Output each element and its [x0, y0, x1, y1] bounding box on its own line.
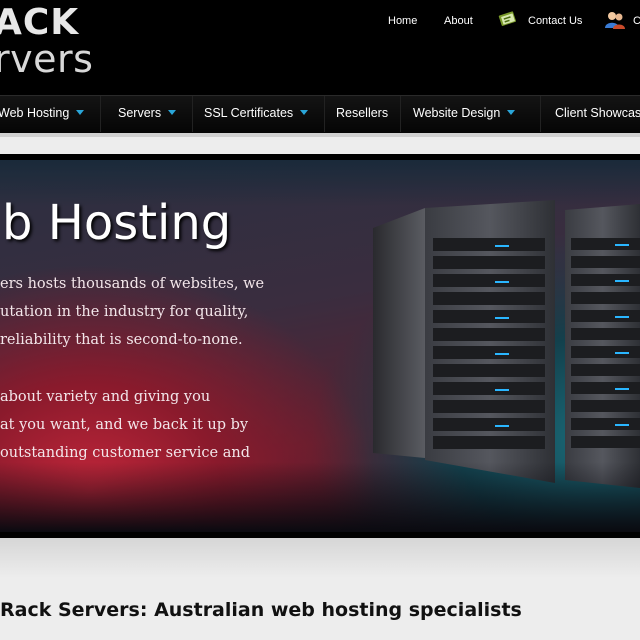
banner-title: b Hosting — [2, 195, 232, 251]
nav-divider — [100, 96, 101, 132]
dropdown-caret-icon — [507, 110, 516, 115]
dropdown-caret-icon — [300, 110, 309, 115]
banner-paragraph-2: about variety and giving you at you want… — [0, 383, 250, 467]
server-rack-illustration — [373, 200, 640, 488]
nav-item-servers[interactable]: Servers — [118, 96, 177, 132]
banner-line: reliability that is second-to-none. — [0, 332, 243, 348]
nav-divider — [324, 96, 325, 132]
banner-line: ers hosts thousands of websites, we — [0, 276, 265, 292]
page-tagline: Rack Servers: Australian web hosting spe… — [0, 599, 522, 621]
top-link-cut[interactable]: C — [633, 12, 640, 30]
site-header: ACK rvers Home About Contact Us C — [0, 0, 640, 95]
nav-item-ssl-certificates[interactable]: SSL Certificates — [204, 96, 309, 132]
nav-divider — [540, 96, 541, 132]
nav-item-web-hosting[interactable]: Web Hosting — [0, 96, 85, 132]
nav-item-label: Servers — [118, 106, 162, 120]
main-nav: Web Hosting Servers SSL Certificates Res… — [0, 95, 640, 133]
nav-item-label: Client Showcas — [555, 106, 640, 120]
site-logo[interactable]: ACK rvers — [0, 4, 94, 81]
nav-item-label: Web Hosting — [0, 106, 70, 120]
nav-item-label: Resellers — [336, 106, 389, 120]
top-link-home[interactable]: Home — [388, 12, 417, 30]
users-icon — [604, 9, 626, 31]
top-link-about[interactable]: About — [444, 12, 473, 30]
logo-line-2: rvers — [0, 37, 94, 81]
dropdown-caret-icon — [168, 110, 177, 115]
hero-banner[interactable]: b Hosting ers hosts thousands of website… — [0, 160, 640, 532]
nav-item-label: Website Design — [413, 106, 501, 120]
nav-item-resellers[interactable]: Resellers — [336, 96, 388, 132]
banner-paragraph-1: ers hosts thousands of websites, we utat… — [0, 270, 264, 354]
nav-shadow-stripe — [0, 133, 640, 137]
banner-line: utation in the industry for quality, — [0, 304, 249, 320]
banner-line: about variety and giving you — [0, 389, 211, 405]
nav-divider — [192, 96, 193, 132]
contact-card-icon — [498, 10, 518, 28]
banner-line: at you want, and we back it up by — [0, 417, 249, 433]
nav-item-label: SSL Certificates — [204, 106, 294, 120]
nav-item-client-showcase[interactable]: Client Showcas — [555, 96, 640, 132]
nav-divider — [400, 96, 401, 132]
nav-item-website-design[interactable]: Website Design — [413, 96, 516, 132]
dropdown-caret-icon — [76, 110, 85, 115]
top-link-contact[interactable]: Contact Us — [528, 12, 582, 30]
